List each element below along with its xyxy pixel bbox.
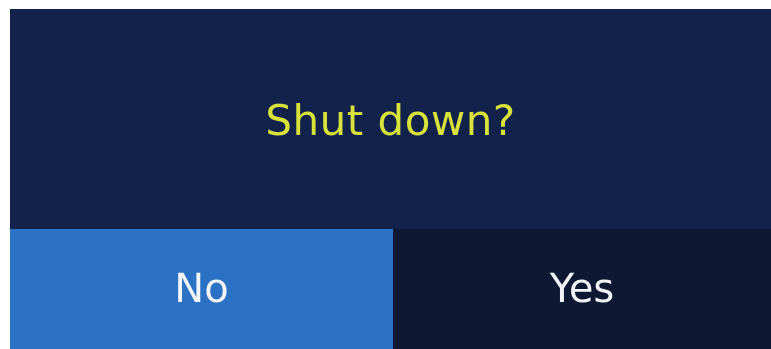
yes-button-label: Yes bbox=[549, 266, 615, 312]
yes-button[interactable]: Yes bbox=[393, 229, 771, 349]
no-button[interactable]: No bbox=[10, 229, 393, 349]
dialog-title: Shut down? bbox=[265, 95, 516, 145]
dialog-header: Shut down? bbox=[10, 9, 771, 229]
no-button-label: No bbox=[174, 266, 229, 312]
shutdown-dialog: Shut down? No Yes bbox=[10, 9, 771, 349]
dialog-actions: No Yes bbox=[10, 229, 771, 349]
